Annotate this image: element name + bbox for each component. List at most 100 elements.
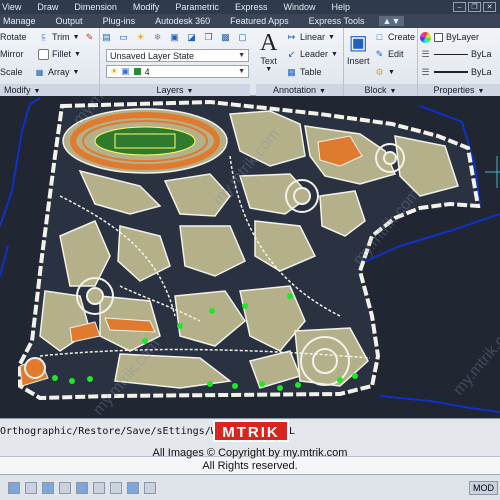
tab-featured-apps[interactable]: Featured Apps (220, 16, 299, 26)
leader-icon: ↙ (287, 48, 296, 59)
layers-panel-title[interactable]: Layers ▼ (100, 84, 250, 96)
tab-output[interactable]: Output (46, 16, 93, 26)
layer-isolate-icon[interactable]: ▩ (220, 32, 231, 43)
dyn-toggle-icon[interactable] (127, 481, 139, 494)
layer-properties-icon[interactable]: ▤ (101, 32, 112, 43)
tab-minimize-icon[interactable]: ▲▼ (378, 16, 405, 26)
block-attribute-button[interactable]: ⚙ ▼ (374, 65, 394, 79)
chevron-down-icon: ▼ (72, 68, 80, 76)
layer-freeze-icon[interactable]: ❄ (152, 32, 163, 43)
menu-view[interactable]: View (0, 0, 29, 14)
menu-parametric[interactable]: Parametric (167, 0, 227, 14)
autocad-window: View Draw Dimension Modify Parametric Ex… (0, 0, 500, 500)
layer-icon[interactable]: ▭ (118, 32, 129, 43)
modify-panel-title[interactable]: Modify ▼ (0, 84, 99, 96)
linear-dimension-button[interactable]: ↦ Linear ▼ (286, 30, 335, 44)
chevron-down-icon: ▼ (74, 50, 81, 58)
layer-state-dropdown[interactable]: Unsaved Layer State ▼ (106, 49, 249, 62)
menu-draw[interactable]: Draw (29, 0, 66, 14)
layer-tools-row: ✎ ▤ ▭ ☀ ❄ ▣ ◪ ❐ ▩ ▢ (84, 30, 248, 44)
close-icon[interactable]: ✕ (483, 2, 496, 12)
grid-toggle-icon[interactable] (25, 481, 37, 494)
color-control[interactable]: ByLayer (420, 30, 479, 44)
restore-icon[interactable]: ❐ (468, 2, 481, 12)
lineweight-toggle-icon[interactable] (144, 481, 156, 494)
menu-help[interactable]: Help (323, 0, 358, 14)
fillet-icon (38, 48, 49, 60)
mirror-button[interactable]: Mirror (0, 47, 24, 61)
menu-bar: View Draw Dimension Modify Parametric Ex… (0, 0, 500, 14)
edit-block-button[interactable]: ✎ Edit (374, 47, 404, 61)
minimize-icon[interactable]: – (453, 2, 466, 12)
pencil-icon[interactable]: ✎ (84, 32, 95, 43)
chevron-down-icon: ▼ (238, 68, 245, 75)
osnap-toggle-icon[interactable] (76, 481, 88, 494)
layer-color-swatch (133, 68, 141, 75)
layer-copy-icon[interactable]: ❐ (203, 32, 214, 43)
leader-button[interactable]: ↙ Leader ▼ (286, 47, 338, 61)
tab-autodesk-360[interactable]: Autodesk 360 (145, 16, 220, 26)
table-button[interactable]: ▦ Table (286, 65, 321, 79)
chevron-down-icon: ▼ (238, 52, 245, 59)
chevron-down-icon: ▼ (72, 33, 80, 41)
status-bar: MOD (0, 474, 500, 500)
ortho-toggle-icon[interactable] (42, 481, 54, 494)
crosshair-cursor (485, 156, 500, 188)
watermark-logo: MTRIK (213, 420, 289, 442)
menu-express[interactable]: Express (227, 0, 276, 14)
fillet-button[interactable]: Fillet ▼ (38, 47, 81, 61)
text-button[interactable]: A Text ▼ (260, 30, 277, 73)
ducs-toggle-icon[interactable] (110, 481, 122, 494)
annotation-panel: A Text ▼ ↦ Linear ▼ ↙ Leader ▼ ▦ Table A… (256, 28, 344, 96)
properties-panel-title[interactable]: Properties ▼ (418, 84, 500, 96)
match-properties-icon: ☰ (421, 48, 430, 59)
properties-panel: ByLayer ☰ ByLa ☰ ByLa Properties ▼ (418, 28, 500, 96)
snap-toggle-icon[interactable] (8, 481, 20, 494)
table-icon: ▦ (287, 66, 296, 77)
create-block-button[interactable]: □ Create (374, 30, 415, 44)
tab-express-tools[interactable]: Express Tools (299, 16, 375, 26)
annotation-panel-title[interactable]: Annotation ▼ (256, 84, 343, 96)
svg-text:my.mtrik.com: my.mtrik.com (450, 316, 500, 399)
attribute-icon: ⚙ (375, 66, 384, 77)
layer-walk-icon[interactable]: ◪ (186, 32, 197, 43)
window-controls: – ❐ ✕ (453, 2, 500, 12)
scale-button[interactable]: Scale (0, 65, 23, 79)
tab-plug-ins[interactable]: Plug-ins (93, 16, 146, 26)
rotate-label: Rotate (0, 32, 27, 42)
otrack-toggle-icon[interactable] (93, 481, 105, 494)
block-panel-title[interactable]: Block ▼ (344, 84, 417, 96)
tab-manage[interactable]: Manage (0, 16, 46, 26)
sun-icon[interactable]: ☀ (135, 32, 146, 43)
menu-window[interactable]: Window (275, 0, 323, 14)
menu-dimension[interactable]: Dimension (66, 0, 125, 14)
list-icon: ☰ (421, 66, 430, 77)
current-layer-dropdown[interactable]: ☀ ▣ 4 ▼ (106, 65, 249, 78)
ribbon: Manage Output Plug-ins Autodesk 360 Feat… (0, 14, 500, 96)
model-space-button[interactable]: MOD (469, 480, 498, 495)
text-icon: A (260, 30, 278, 56)
color-wheel-icon (420, 31, 431, 43)
array-button[interactable]: ▦ Array ▼ (34, 65, 80, 79)
copyright-line: All Images © Copyright by my.mtrik.com (152, 447, 348, 459)
menu-modify[interactable]: Modify (125, 0, 168, 14)
trim-icon: ⫅ (41, 31, 46, 42)
lineweight-control[interactable]: ☰ ByLa (420, 65, 491, 79)
create-block-icon: □ (376, 31, 383, 42)
layer-merge-icon[interactable]: ▢ (237, 32, 248, 43)
layer-match-icon[interactable]: ▣ (169, 32, 180, 43)
polar-toggle-icon[interactable] (59, 481, 71, 494)
chevron-down-icon: ▼ (331, 50, 338, 58)
insert-button[interactable]: ▣ Insert (347, 30, 370, 66)
copyright-line-2: All Rights reserved. (202, 460, 298, 472)
linetype-control[interactable]: ☰ ByLa (420, 47, 491, 61)
drawing-canvas[interactable]: my.mtrik.com my.mtrik.com my.mtrik.com m… (0, 96, 500, 418)
rotate-button[interactable]: Rotate (0, 30, 27, 44)
linetype-preview (434, 53, 468, 55)
trim-button[interactable]: ⫅ Trim ▼ (38, 30, 80, 44)
array-icon: ▦ (35, 67, 44, 77)
trim-label: Trim (52, 32, 70, 42)
linear-dimension-icon: ↦ (287, 31, 296, 42)
mirror-label: Mirror (0, 49, 24, 59)
color-swatch (434, 32, 443, 42)
